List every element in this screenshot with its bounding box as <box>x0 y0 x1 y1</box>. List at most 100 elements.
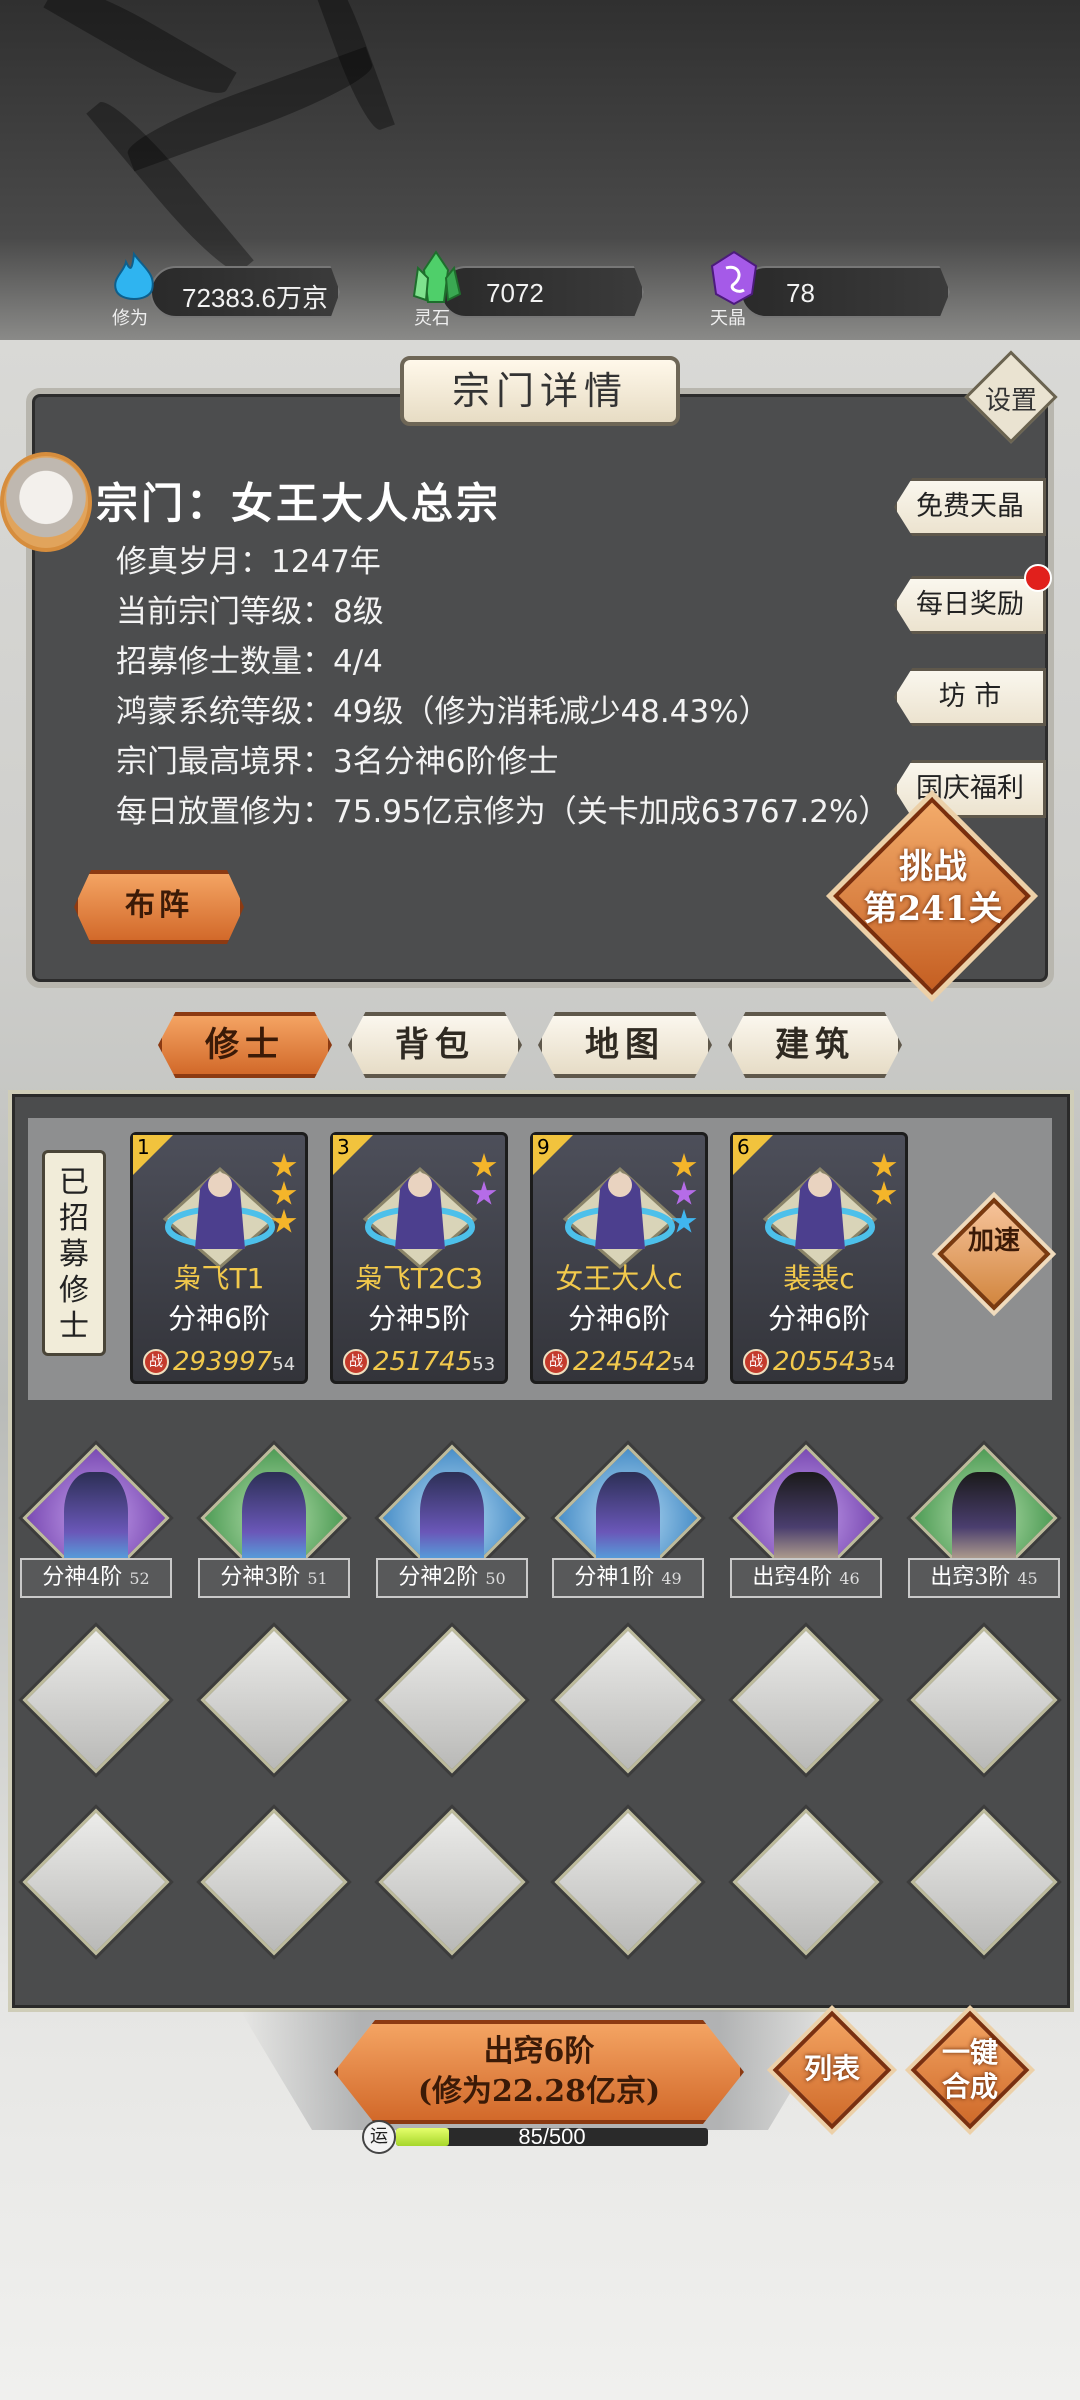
cultivator-name: 枭飞T2C3 <box>354 1262 484 1295</box>
cultivator-portrait <box>562 1166 678 1269</box>
grid-cell-level: 45 <box>1017 1569 1038 1588</box>
formation-button[interactable]: 布阵 <box>74 870 244 944</box>
panel-title: 宗门详情 <box>400 356 680 426</box>
cultivator-name: 裴裴c <box>783 1262 855 1295</box>
cultivator-figure <box>774 1472 838 1572</box>
grid-empty-cell[interactable] <box>726 1802 886 1962</box>
combat-power-icon: 战 <box>143 1349 169 1375</box>
empty-slot-frame <box>200 1808 348 1956</box>
grid-cell-label: 分神3阶 51 <box>198 1558 350 1598</box>
purple-crystal-icon <box>708 250 760 306</box>
resource-lingshi-label: 灵石 <box>414 308 450 329</box>
market-button[interactable]: 坊 市 <box>894 668 1046 726</box>
grid-empty-cell[interactable] <box>372 1620 532 1780</box>
sect-avatar[interactable] <box>0 452 92 552</box>
combat-power: 29399754 <box>173 1347 295 1377</box>
grid-cell-level: 49 <box>661 1569 682 1588</box>
challenge-label: 挑战 第241关 <box>848 846 1018 930</box>
grid-cell-level: 51 <box>307 1569 328 1588</box>
combat-power-icon: 战 <box>343 1349 369 1375</box>
grid-empty-cell[interactable] <box>194 1802 354 1962</box>
cultivator-figure <box>64 1472 128 1572</box>
recruited-card[interactable]: 9 女王大人c 分神6阶 战 22454254 <box>530 1132 708 1384</box>
daily-reward-button[interactable]: 每日奖励 <box>894 576 1046 634</box>
grid-empty-cell[interactable] <box>194 1620 354 1780</box>
national-day-welfare-button[interactable]: 国庆福利 <box>894 760 1046 818</box>
recruited-card[interactable]: 1 枭飞T1 分神6阶 战 29399754 <box>130 1132 308 1384</box>
cultivator-level: 54 <box>672 1354 696 1375</box>
grid-cell-label: 分神4阶 52 <box>20 1558 172 1598</box>
empty-slot-frame <box>200 1626 348 1774</box>
notification-dot <box>1024 564 1052 592</box>
challenge-line-1: 挑战 <box>899 847 967 887</box>
empty-slot-frame <box>732 1808 880 1956</box>
empty-slot-frame <box>554 1626 702 1774</box>
recruited-label: 已招募修士 <box>42 1150 106 1356</box>
empty-slot-frame <box>910 1626 1058 1774</box>
merge-label-line-1: 一键 <box>941 2036 998 2069</box>
cultivator-name: 枭飞T1 <box>173 1262 265 1295</box>
empty-slot-frame <box>378 1808 526 1956</box>
tab-cultivators[interactable]: 修士 <box>158 1012 332 1078</box>
merge-label-line-2: 合成 <box>941 2070 998 2103</box>
luck-progress-text: 85/500 <box>518 2124 586 2149</box>
grid-cell-rank: 分神2阶 <box>398 1565 479 1590</box>
grid-empty-cell[interactable] <box>548 1802 708 1962</box>
grid-empty-cell[interactable] <box>904 1620 1064 1780</box>
grid-cell-rank: 分神4阶 <box>42 1565 123 1590</box>
grid-empty-cell[interactable] <box>16 1620 176 1780</box>
settings-label: 设置 <box>984 386 1037 416</box>
cultivator-figure <box>596 1472 660 1572</box>
combat-power-value: 205543 <box>773 1347 873 1377</box>
list-label: 列表 <box>803 2052 860 2085</box>
combat-power: 22454254 <box>573 1347 695 1377</box>
empty-slot-frame <box>22 1808 170 1956</box>
cultivator-level: 53 <box>472 1354 496 1375</box>
grid-cell-level: 50 <box>485 1569 506 1588</box>
tab-backpack[interactable]: 背包 <box>348 1012 522 1078</box>
grid-empty-cell[interactable] <box>726 1620 886 1780</box>
grid-empty-cell[interactable] <box>16 1802 176 1962</box>
resource-xiuwei-label: 修为 <box>112 308 148 329</box>
grid-cell-rank: 分神1阶 <box>574 1565 655 1590</box>
resource-tianjing-value: 78 <box>786 278 815 308</box>
resource-tianjing-bar: 78 <box>740 266 950 318</box>
breakthrough-button[interactable]: 出窍6阶 (修为22.28亿京) <box>334 2020 744 2124</box>
breakthrough-line-1: 出窍6阶 <box>483 2034 595 2069</box>
grid-cell-rank: 出窍3阶 <box>930 1565 1011 1590</box>
combat-power: 25174553 <box>373 1347 495 1377</box>
cultivator-rank: 分神6阶 <box>568 1302 670 1335</box>
cultivator-figure <box>952 1472 1016 1572</box>
free-crystal-button[interactable]: 免费天晶 <box>894 478 1046 536</box>
cultivator-portrait <box>762 1166 878 1269</box>
empty-slot-frame <box>22 1626 170 1774</box>
one-click-merge-label: 一键 合成 <box>918 2036 1022 2104</box>
combat-power-value: 293997 <box>173 1347 273 1377</box>
recruited-card[interactable]: 3 枭飞T2C3 分神5阶 战 25174553 <box>330 1132 508 1384</box>
grid-empty-cell[interactable] <box>548 1620 708 1780</box>
info-cultivation-years: 修真岁月：1247年 <box>116 544 381 580</box>
grid-empty-cell[interactable] <box>904 1802 1064 1962</box>
grid-cell-level: 46 <box>839 1569 860 1588</box>
resource-lingshi-bar: 7072 <box>440 266 644 318</box>
green-crystal-icon <box>410 250 462 306</box>
speedup-label: 加速 <box>967 1226 1020 1256</box>
grid-cell-rank: 分神3阶 <box>220 1565 301 1590</box>
tab-buildings[interactable]: 建筑 <box>728 1012 902 1078</box>
grid-cell-label: 分神2阶 50 <box>376 1558 528 1598</box>
resource-lingshi-value: 7072 <box>486 278 544 308</box>
settings-button[interactable]: 设置 <box>964 350 1058 444</box>
resource-tianjing-label: 天晶 <box>710 308 746 329</box>
grid-cell-label: 出窍3阶 45 <box>908 1558 1060 1598</box>
cultivator-rank: 分神6阶 <box>768 1302 870 1335</box>
empty-slot-frame <box>378 1626 526 1774</box>
grid-empty-cell[interactable] <box>372 1802 532 1962</box>
empty-slot-frame <box>910 1808 1058 1956</box>
combat-power: 20554354 <box>773 1347 895 1377</box>
tab-map[interactable]: 地图 <box>538 1012 712 1078</box>
grid-cell-label: 出窍4阶 46 <box>730 1558 882 1598</box>
cultivator-portrait <box>162 1166 278 1269</box>
recruited-card[interactable]: 6 裴裴c 分神6阶 战 20554354 <box>730 1132 908 1384</box>
info-highest-realm: 宗门最高境界：3名分神6阶修士 <box>116 744 559 780</box>
info-hongmeng-level: 鸿蒙系统等级：49级（修为消耗减少48.43%） <box>116 694 770 730</box>
